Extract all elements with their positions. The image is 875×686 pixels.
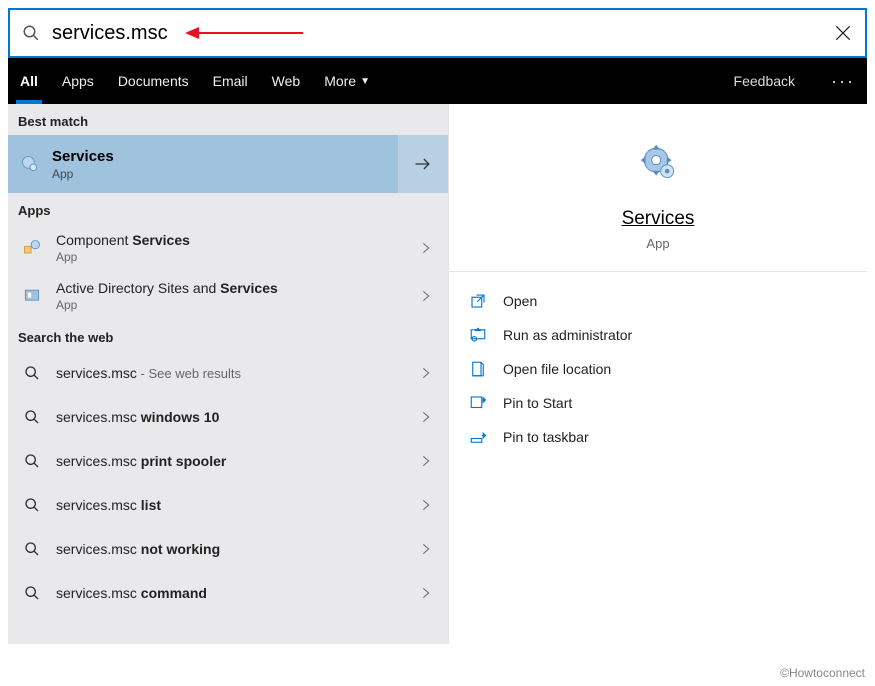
services-icon bbox=[20, 154, 40, 174]
tab-all[interactable]: All bbox=[20, 58, 38, 104]
folder-icon bbox=[469, 360, 487, 378]
search-bar bbox=[8, 8, 867, 58]
web-result[interactable]: services.msc windows 10 bbox=[8, 395, 448, 439]
search-icon bbox=[22, 24, 40, 42]
result-title: services.msc print spooler bbox=[56, 453, 404, 469]
search-icon bbox=[22, 495, 42, 515]
chevron-right-icon bbox=[418, 585, 434, 601]
action-pin-taskbar[interactable]: Pin to taskbar bbox=[465, 420, 851, 454]
chevron-right-icon bbox=[418, 409, 434, 425]
search-icon bbox=[22, 583, 42, 603]
action-label: Pin to Start bbox=[503, 395, 572, 411]
preview-pane: Services App Open Run as administrator O… bbox=[448, 104, 867, 644]
chevron-right-icon bbox=[418, 240, 434, 256]
action-run-admin[interactable]: Run as administrator bbox=[465, 318, 851, 352]
result-title: services.msc - See web results bbox=[56, 365, 404, 381]
web-result[interactable]: services.msc not working bbox=[8, 527, 448, 571]
results-pane: Best match Services App Apps Componen bbox=[8, 104, 448, 644]
preview-title[interactable]: Services bbox=[622, 208, 695, 230]
web-result[interactable]: services.msc command bbox=[8, 571, 448, 615]
preview-type: App bbox=[646, 236, 669, 251]
chevron-down-icon: ▼ bbox=[360, 76, 370, 87]
chevron-right-icon bbox=[418, 288, 434, 304]
result-title: services.msc command bbox=[56, 585, 404, 601]
best-match-subtitle: App bbox=[52, 167, 114, 181]
chevron-right-icon bbox=[418, 365, 434, 381]
tab-apps[interactable]: Apps bbox=[62, 58, 94, 104]
pin-start-icon bbox=[469, 394, 487, 412]
section-header-web: Search the web bbox=[8, 320, 448, 351]
action-pin-start[interactable]: Pin to Start bbox=[465, 386, 851, 420]
best-match-row: Services App bbox=[8, 135, 448, 193]
admin-icon bbox=[469, 326, 487, 344]
pin-taskbar-icon bbox=[469, 428, 487, 446]
web-result[interactable]: services.msc - See web results bbox=[8, 351, 448, 395]
chevron-right-icon bbox=[418, 453, 434, 469]
component-services-icon bbox=[22, 238, 42, 258]
search-icon bbox=[22, 407, 42, 427]
search-icon bbox=[22, 451, 42, 471]
services-large-icon bbox=[636, 140, 680, 184]
result-subtitle: App bbox=[56, 298, 404, 312]
result-title: services.msc windows 10 bbox=[56, 409, 404, 425]
preview-actions: Open Run as administrator Open file loca… bbox=[449, 272, 867, 466]
tab-more[interactable]: More▼ bbox=[324, 58, 370, 104]
open-icon bbox=[469, 292, 487, 310]
tab-email[interactable]: Email bbox=[213, 58, 248, 104]
web-result[interactable]: services.msc print spooler bbox=[8, 439, 448, 483]
active-directory-icon bbox=[22, 286, 42, 306]
best-match-title: Services bbox=[52, 148, 114, 165]
action-label: Open bbox=[503, 293, 537, 309]
app-result[interactable]: Active Directory Sites and Services App bbox=[8, 272, 448, 320]
chevron-right-icon bbox=[418, 497, 434, 513]
result-title: Component Services bbox=[56, 232, 404, 248]
filter-tab-bar: All Apps Documents Email Web More▼ Feedb… bbox=[8, 58, 867, 104]
best-match-item[interactable]: Services App bbox=[8, 135, 398, 193]
preview-header: Services App bbox=[449, 104, 867, 272]
action-open[interactable]: Open bbox=[465, 284, 851, 318]
search-input[interactable] bbox=[52, 22, 821, 45]
best-match-open-button[interactable] bbox=[398, 135, 448, 193]
chevron-right-icon bbox=[418, 541, 434, 557]
web-result[interactable]: services.msc list bbox=[8, 483, 448, 527]
result-title: Active Directory Sites and Services bbox=[56, 280, 404, 296]
action-label: Pin to taskbar bbox=[503, 429, 589, 445]
search-icon bbox=[22, 363, 42, 383]
result-title: services.msc list bbox=[56, 497, 404, 513]
more-options-icon[interactable]: ··· bbox=[831, 71, 855, 92]
action-label: Open file location bbox=[503, 361, 611, 377]
tab-web[interactable]: Web bbox=[272, 58, 301, 104]
result-title: services.msc not working bbox=[56, 541, 404, 557]
action-label: Run as administrator bbox=[503, 327, 632, 343]
section-header-apps: Apps bbox=[8, 193, 448, 224]
app-result[interactable]: Component Services App bbox=[8, 224, 448, 272]
arrow-right-icon bbox=[413, 154, 433, 174]
clear-icon[interactable] bbox=[833, 23, 853, 43]
section-header-best-match: Best match bbox=[8, 104, 448, 135]
tab-documents[interactable]: Documents bbox=[118, 58, 189, 104]
action-open-location[interactable]: Open file location bbox=[465, 352, 851, 386]
content-area: Best match Services App Apps Componen bbox=[8, 104, 867, 644]
search-icon bbox=[22, 539, 42, 559]
result-subtitle: App bbox=[56, 250, 404, 264]
feedback-link[interactable]: Feedback bbox=[734, 73, 795, 89]
